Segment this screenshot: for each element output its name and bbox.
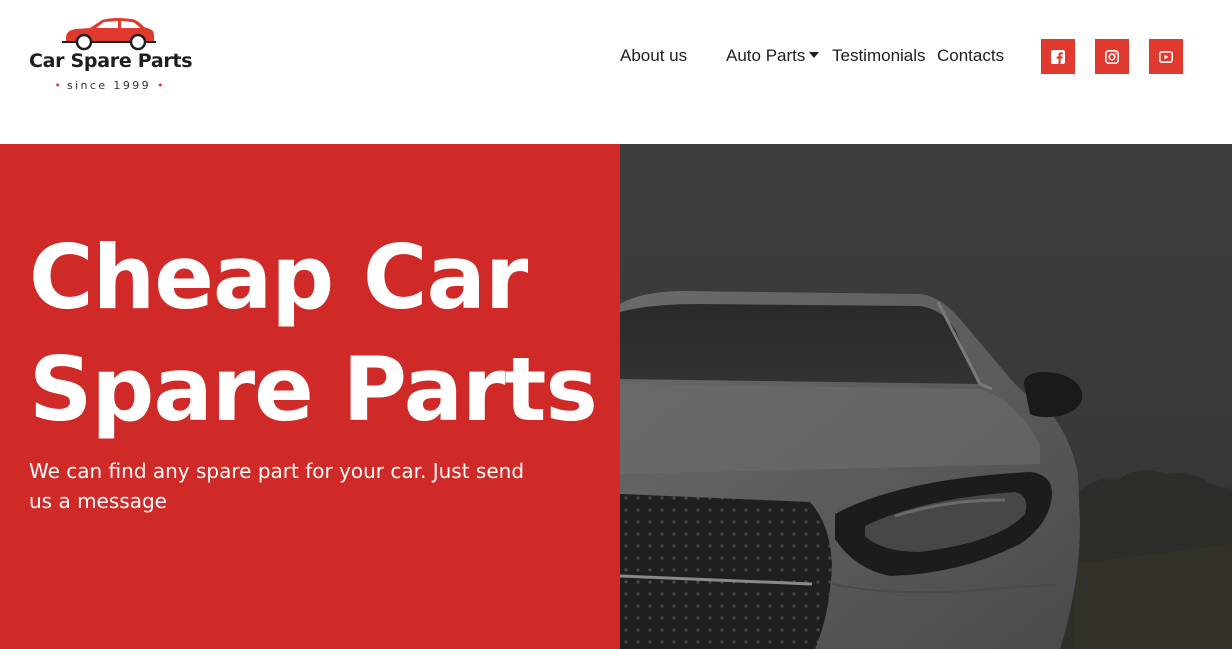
instagram-icon <box>1105 49 1119 64</box>
nav-testimonials[interactable]: Testimonials <box>832 46 926 66</box>
logo-name: Car Spare Parts <box>29 50 193 72</box>
nav-contacts[interactable]: Contacts <box>937 46 1004 66</box>
nav-about-us[interactable]: About us <box>620 46 687 66</box>
instagram-button[interactable] <box>1095 39 1129 74</box>
nav-auto-parts-label: Auto Parts <box>726 46 806 65</box>
facebook-icon <box>1051 49 1065 64</box>
car-icon <box>62 18 156 51</box>
site-header: Car Spare Parts • since 1999 • About us … <box>0 0 1232 144</box>
youtube-icon <box>1159 50 1173 63</box>
logo[interactable]: Car Spare Parts • since 1999 • <box>28 16 193 96</box>
nav-auto-parts[interactable]: Auto Parts <box>726 46 820 66</box>
hero-subtitle: We can find any spare part for your car.… <box>29 459 525 513</box>
facebook-button[interactable] <box>1041 39 1075 74</box>
hero-title: Cheap Car Spare Parts <box>29 226 598 441</box>
logo-tagline: • since 1999 • <box>54 79 164 92</box>
youtube-button[interactable] <box>1149 39 1183 74</box>
caret-down-icon <box>809 52 820 58</box>
car-photo <box>620 144 1232 649</box>
